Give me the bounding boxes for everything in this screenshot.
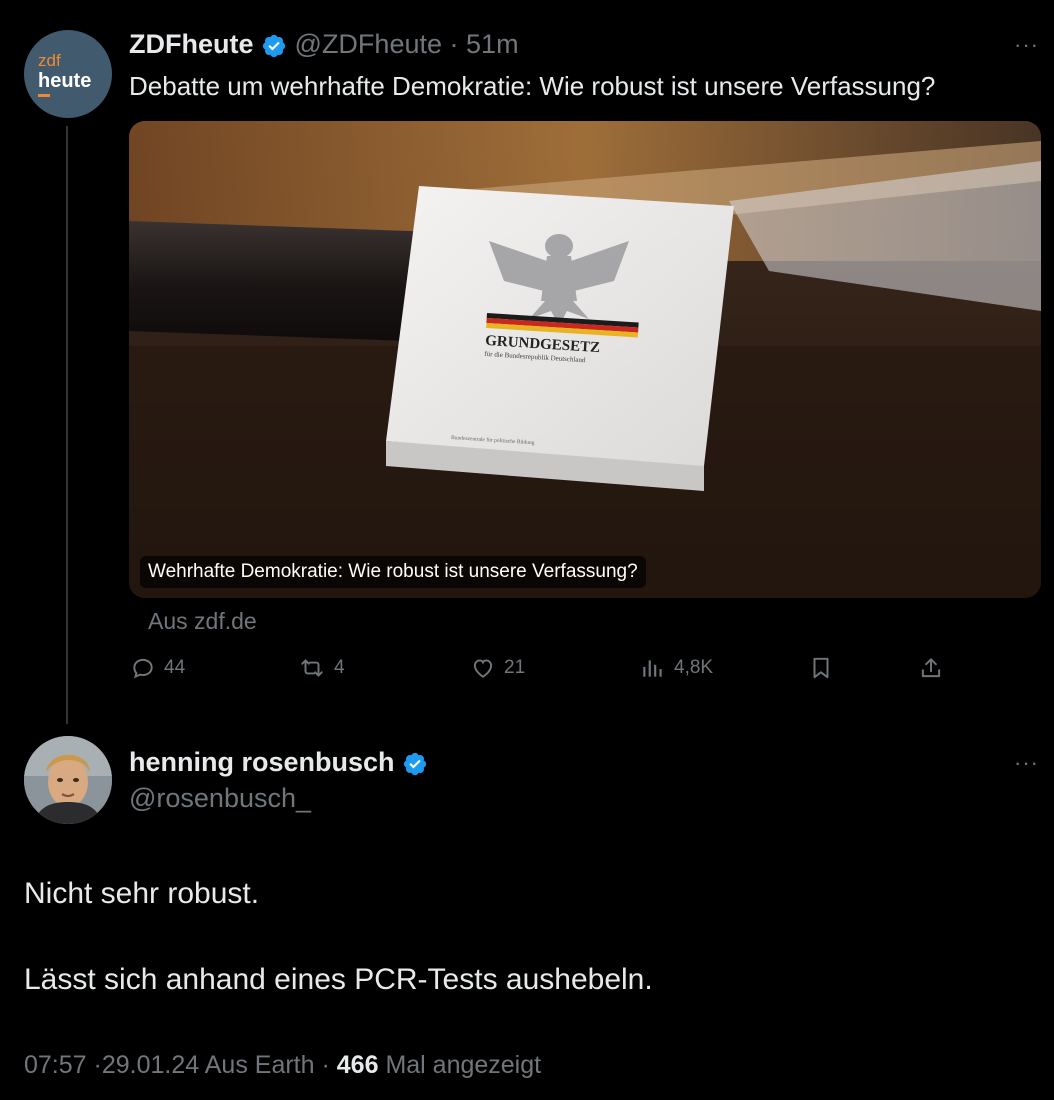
separator: · <box>321 1051 330 1079</box>
share-button[interactable] <box>918 655 944 681</box>
link-card[interactable]: GRUNDGESETZ für die Bundesrepublik Deuts… <box>129 121 1041 598</box>
view-label: Mal angezeigt <box>385 1051 542 1079</box>
tweet-time[interactable]: 51m <box>466 29 519 59</box>
views-count: 4,8K <box>674 657 714 678</box>
retweet-icon <box>301 659 323 677</box>
card-caption: Wehrhafte Demokratie: Wie robust ist uns… <box>140 556 646 588</box>
bookmark-button[interactable] <box>808 655 834 681</box>
reply-count: 44 <box>164 657 186 678</box>
avatar-photo <box>24 736 112 824</box>
views-icon <box>643 660 662 677</box>
like-button[interactable]: 21 <box>470 655 525 681</box>
like-icon <box>473 659 493 678</box>
reply-author-row: henning rosenbusch <box>129 746 428 778</box>
thread-line <box>66 126 68 724</box>
tweet-time[interactable]: 07:57 <box>24 1051 87 1079</box>
reply-text-line-2: Lässt sich anhand eines PCR-Tests ausheb… <box>24 963 653 996</box>
retweet-button[interactable]: 4 <box>298 655 345 681</box>
author-name[interactable]: ZDFheute <box>129 29 254 59</box>
reply-text-line-1: Nicht sehr robust. <box>24 877 260 910</box>
avatar-logo-big: heute <box>38 70 92 92</box>
more-icon[interactable]: ··· <box>1014 32 1039 58</box>
reply-icon <box>133 658 153 679</box>
zdfheute-avatar[interactable]: zdf heute <box>24 30 112 118</box>
author-handle[interactable]: @rosenbusch_ <box>129 782 311 814</box>
retweet-count: 4 <box>334 657 345 678</box>
like-count: 21 <box>504 657 526 678</box>
verified-badge-icon <box>403 752 427 775</box>
bookmark-icon <box>813 657 829 679</box>
view-count: 466 <box>336 1051 379 1079</box>
views-button[interactable]: 4,8K <box>640 655 713 681</box>
author-handle[interactable]: @ZDFheute <box>295 29 442 59</box>
tweet-text: Debatte um wehrhafte Demokratie: Wie rob… <box>129 71 936 101</box>
tweet-meta: 07:57 ·29.01.24 Aus Earth · 466 Mal ange… <box>24 1050 541 1080</box>
separator: · <box>449 29 459 59</box>
author-name[interactable]: henning rosenbusch <box>129 747 395 777</box>
verified-badge-icon <box>262 34 286 57</box>
reply-button[interactable]: 44 <box>130 655 185 681</box>
card-image: GRUNDGESETZ für die Bundesrepublik Deuts… <box>129 121 1041 598</box>
separator: · <box>93 1051 102 1079</box>
tweet-date[interactable]: 29.01.24 <box>102 1051 199 1079</box>
card-source[interactable]: Aus zdf.de <box>148 608 257 635</box>
quoted-author-row: ZDFheute @ZDFheute · 51m <box>129 28 519 60</box>
more-icon[interactable]: ··· <box>1014 750 1039 776</box>
avatar-logo-underline <box>38 94 50 97</box>
share-icon <box>921 658 941 678</box>
tweet-location: Aus Earth <box>204 1051 315 1079</box>
henning-avatar[interactable] <box>24 736 112 824</box>
avatar-logo-small: zdf <box>38 51 61 70</box>
